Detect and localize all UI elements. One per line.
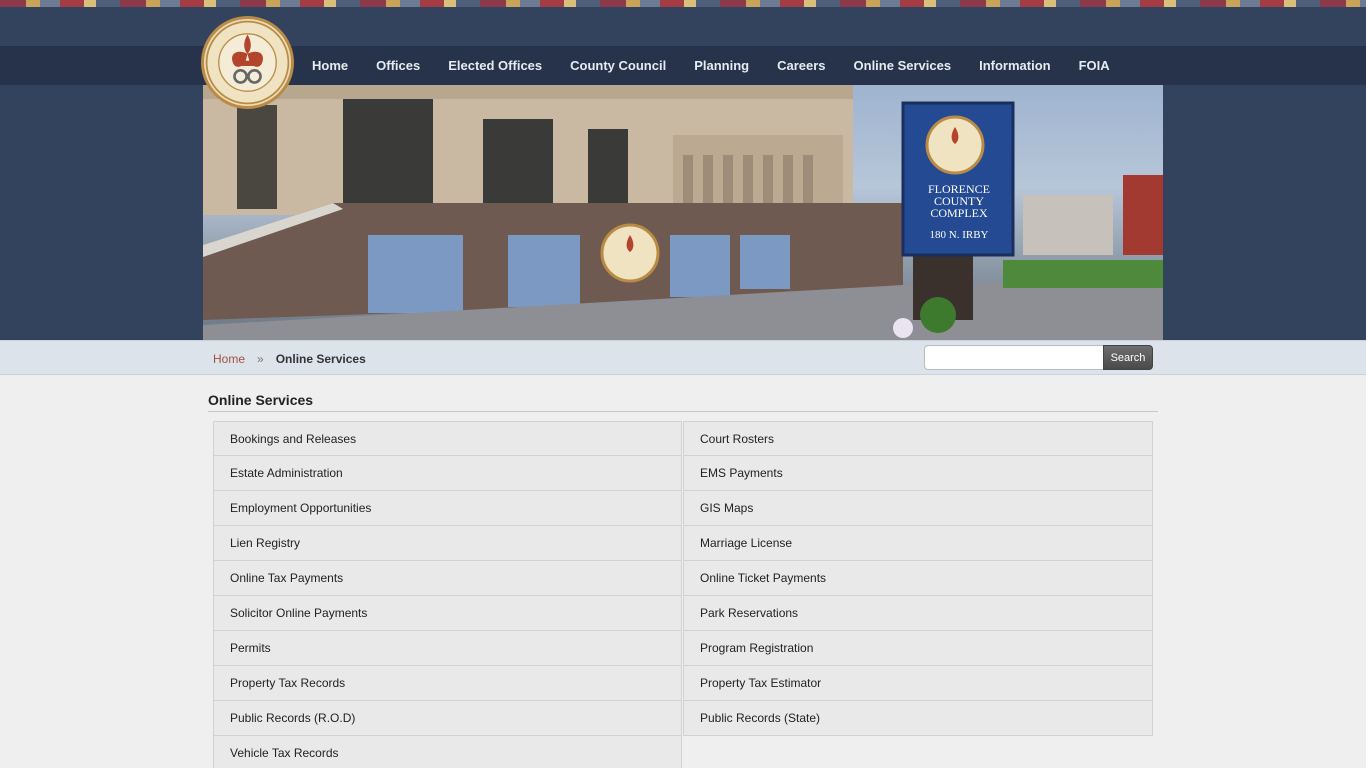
empty-cell [683, 736, 1153, 768]
breadcrumb-home-link[interactable]: Home [213, 352, 245, 366]
nav-item-online-services[interactable]: Online Services [840, 46, 966, 85]
service-link[interactable]: Permits [213, 631, 682, 666]
search-button[interactable]: Search [1103, 345, 1153, 370]
nav-item-planning[interactable]: Planning [680, 46, 763, 85]
main-nav: Home Offices Elected Offices County Coun… [298, 46, 1124, 85]
service-link[interactable]: EMS Payments [683, 456, 1153, 491]
service-link[interactable]: Property Tax Records [213, 666, 682, 701]
service-link[interactable]: Marriage License [683, 526, 1153, 561]
nav-item-foia[interactable]: FOIA [1065, 46, 1124, 85]
service-link[interactable]: Court Rosters [683, 421, 1153, 456]
nav-item-careers[interactable]: Careers [763, 46, 839, 85]
services-grid: Bookings and Releases Court Rosters Esta… [213, 421, 1153, 768]
service-link[interactable]: Lien Registry [213, 526, 682, 561]
search-input[interactable] [924, 345, 1104, 370]
service-link[interactable]: Public Records (State) [683, 701, 1153, 736]
service-link[interactable]: Program Registration [683, 631, 1153, 666]
sign-text-address: 180 N. IRBY [930, 229, 989, 241]
nav-item-elected-offices[interactable]: Elected Offices [434, 46, 556, 85]
county-seal-logo[interactable] [201, 16, 294, 109]
service-link[interactable]: Solicitor Online Payments [213, 596, 682, 631]
service-link[interactable]: Online Tax Payments [213, 561, 682, 596]
service-link[interactable]: Public Records (R.O.D) [213, 701, 682, 736]
hero-banner-image: FLORENCE COUNTY COMPLEX 180 N. IRBY [203, 85, 1163, 340]
service-link[interactable]: Employment Opportunities [213, 491, 682, 526]
page-title: Online Services [208, 392, 1158, 412]
breadcrumb-current: Online Services [275, 351, 366, 366]
breadcrumb-bar: Home » Online Services Search [0, 340, 1366, 375]
service-link[interactable]: Online Ticket Payments [683, 561, 1153, 596]
breadcrumb-separator-icon: » [257, 351, 264, 366]
nav-item-offices[interactable]: Offices [362, 46, 434, 85]
service-link[interactable]: Property Tax Estimator [683, 666, 1153, 701]
breadcrumb: Home » Online Services [213, 341, 366, 376]
decorative-stripe [0, 0, 1366, 7]
nav-item-home[interactable]: Home [298, 46, 362, 85]
service-link[interactable]: Estate Administration [213, 456, 682, 491]
service-link[interactable]: Park Reservations [683, 596, 1153, 631]
nav-item-information[interactable]: Information [965, 46, 1065, 85]
sign-text-line3: COMPLEX [930, 206, 988, 220]
nav-item-county-council[interactable]: County Council [556, 46, 680, 85]
service-link[interactable]: Bookings and Releases [213, 421, 682, 456]
service-link[interactable]: Vehicle Tax Records [213, 736, 682, 768]
service-link[interactable]: GIS Maps [683, 491, 1153, 526]
